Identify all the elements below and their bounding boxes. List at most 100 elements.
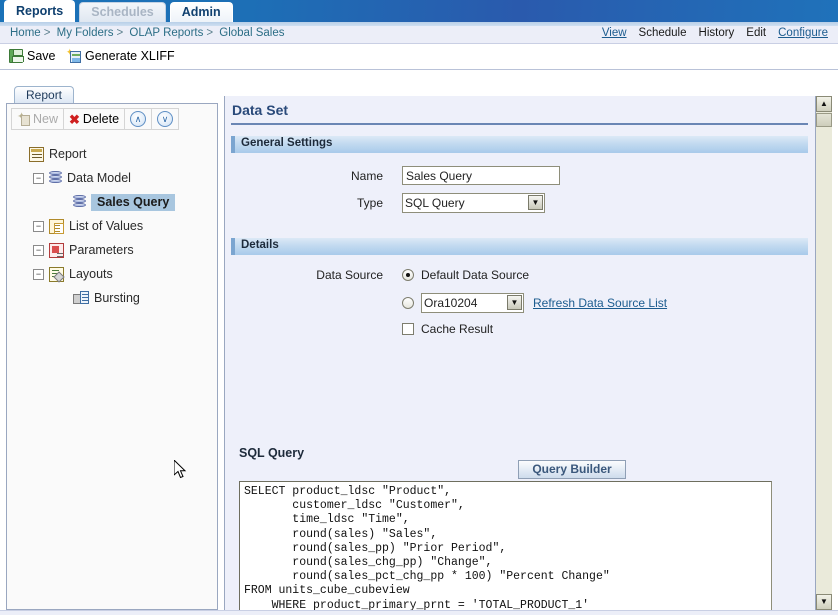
tab-schedules[interactable]: Schedules [79, 2, 166, 22]
expander-toggle[interactable]: − [33, 268, 44, 280]
tab-reports[interactable]: Reports [4, 0, 76, 22]
sidebar-toolbar: ✦ New ✖ Delete ∧ ∨ [11, 108, 213, 130]
tree-item-sales-query-label: Sales Query [91, 193, 176, 211]
scroll-up-button[interactable]: ▲ [816, 96, 832, 112]
cache-result-row: Cache Result [402, 322, 493, 336]
delete-button-label: Delete [82, 112, 120, 126]
action-links: View Schedule History Edit Configure [596, 27, 834, 39]
top-header-band: Reports Schedules Admin [0, 0, 838, 22]
named-data-source-row: Ora10204 ▼ Refresh Data Source List [402, 293, 667, 313]
expander-toggle[interactable]: − [33, 220, 44, 232]
generate-xliff-button[interactable]: ✦ Generate XLIFF [66, 48, 175, 63]
main-tab-strip: Reports Schedules Admin [0, 0, 233, 22]
expander-toggle[interactable]: − [33, 244, 44, 256]
refresh-data-source-list-link[interactable]: Refresh Data Source List [533, 296, 667, 310]
save-button-label: Save [27, 49, 56, 63]
list-of-values-icon [49, 218, 64, 234]
tree-item-report[interactable]: Report [13, 142, 213, 166]
report-tree: Report − Data Model Sales Query − List o… [13, 142, 213, 310]
default-data-source-label: Default Data Source [421, 268, 530, 282]
general-settings-header: General Settings [231, 136, 808, 153]
parameters-icon [49, 242, 64, 258]
named-data-source-select-wrapper: Ora10204 ▼ [421, 293, 524, 313]
tree-item-sales-query[interactable]: Sales Query [13, 190, 213, 214]
tree-item-list-of-values-label: List of Values [69, 219, 144, 233]
new-button[interactable]: ✦ New [11, 108, 64, 130]
tab-schedules-label: Schedules [91, 5, 154, 20]
query-builder-button[interactable]: Query Builder [518, 460, 626, 479]
action-configure[interactable]: Configure [778, 27, 828, 39]
move-down-glyph: ∨ [161, 114, 169, 124]
sql-query-text: SELECT product_ldsc "Product", customer_… [244, 485, 610, 610]
type-field-row: Type SQL Query ▼ [225, 193, 565, 213]
tree-item-layouts[interactable]: − Layouts [13, 262, 213, 286]
sidebar-tab-report[interactable]: Report [14, 86, 75, 103]
report-icon [29, 146, 44, 162]
action-history[interactable]: History [699, 27, 735, 39]
tree-item-bursting[interactable]: Bursting [13, 286, 213, 310]
tree-item-bursting-label: Bursting [94, 291, 140, 305]
delete-button[interactable]: ✖ Delete [63, 108, 125, 130]
bursting-icon [73, 290, 89, 306]
breadcrumb-item-home[interactable]: Home [10, 27, 41, 39]
tree-item-parameters-label: Parameters [69, 243, 134, 257]
details-header-label: Details [241, 239, 279, 251]
scrollbar-thumb[interactable] [816, 113, 832, 127]
breadcrumb-separator: > [206, 27, 214, 39]
default-data-source-radio[interactable] [402, 269, 414, 281]
move-up-icon[interactable]: ∧ [130, 111, 147, 127]
cache-result-checkbox[interactable] [402, 323, 414, 335]
data-model-icon [49, 170, 62, 186]
name-label: Name [350, 168, 383, 183]
action-schedule[interactable]: Schedule [639, 27, 687, 39]
type-label: Type [356, 196, 383, 210]
action-edit[interactable]: Edit [746, 27, 766, 39]
move-up-button-cell[interactable]: ∧ [124, 108, 152, 130]
application-window: Reports Schedules Admin Home > My Folders… [0, 0, 838, 615]
breadcrumb-item-my-folders[interactable]: My Folders [57, 27, 114, 39]
tab-reports-label: Reports [16, 4, 64, 19]
generate-xliff-label: Generate XLIFF [85, 49, 175, 63]
sql-query-textarea[interactable]: SELECT product_ldsc "Product", customer_… [239, 481, 772, 610]
action-view[interactable]: View [602, 27, 627, 39]
vertical-scrollbar[interactable]: ▲ ▼ [815, 96, 832, 610]
data-source-select[interactable]: Ora10204 [421, 293, 524, 313]
report-structure-sidebar: Report ✦ New ✖ Delete ∧ ∨ [6, 86, 218, 610]
tree-item-data-model-label: Data Model [67, 171, 131, 185]
tree-item-data-model[interactable]: − Data Model [13, 166, 213, 190]
data-source-label: Data Source [316, 268, 383, 282]
name-field-row: Name [225, 166, 565, 185]
tab-admin-label: Admin [181, 5, 221, 20]
move-down-icon[interactable]: ∨ [157, 111, 174, 127]
breadcrumb-item-global-sales[interactable]: Global Sales [219, 27, 284, 39]
data-set-panel: Data Set General Settings Name Type SQL … [224, 96, 832, 610]
scroll-down-button[interactable]: ▼ [816, 594, 832, 610]
new-button-label: New [33, 112, 59, 126]
breadcrumb-item-olap-reports[interactable]: OLAP Reports [129, 27, 203, 39]
name-input[interactable] [402, 166, 560, 185]
sidebar-panel: ✦ New ✖ Delete ∧ ∨ Report [6, 103, 218, 610]
title-divider [231, 123, 808, 125]
generate-xliff-icon: ✦ [66, 48, 81, 63]
named-data-source-radio[interactable] [402, 297, 414, 309]
breadcrumb-separator: > [43, 27, 51, 39]
save-button[interactable]: Save [9, 49, 56, 63]
tree-item-parameters[interactable]: − Parameters [13, 238, 213, 262]
breadcrumb-separator: > [116, 27, 124, 39]
cache-result-label: Cache Result [421, 322, 494, 336]
breadcrumb: Home > My Folders > OLAP Reports > Global S… [10, 27, 284, 39]
sql-query-label: SQL Query [239, 446, 305, 460]
floppy-disk-icon [9, 49, 24, 63]
tree-item-layouts-label: Layouts [69, 267, 113, 281]
details-header: Details [231, 238, 808, 255]
expander-toggle[interactable]: − [33, 172, 44, 184]
new-page-icon: ✦ [17, 111, 30, 126]
page-title: Data Set [232, 102, 289, 118]
sidebar-tab-report-label: Report [26, 88, 63, 102]
breadcrumb-row: Home > My Folders > OLAP Reports > Global S… [0, 26, 838, 44]
type-select[interactable]: SQL Query [402, 193, 545, 213]
move-down-button-cell[interactable]: ∨ [151, 108, 180, 130]
data-set-content: Data Set General Settings Name Type SQL … [225, 96, 814, 610]
tree-item-list-of-values[interactable]: − List of Values [13, 214, 213, 238]
tab-admin[interactable]: Admin [169, 2, 233, 22]
